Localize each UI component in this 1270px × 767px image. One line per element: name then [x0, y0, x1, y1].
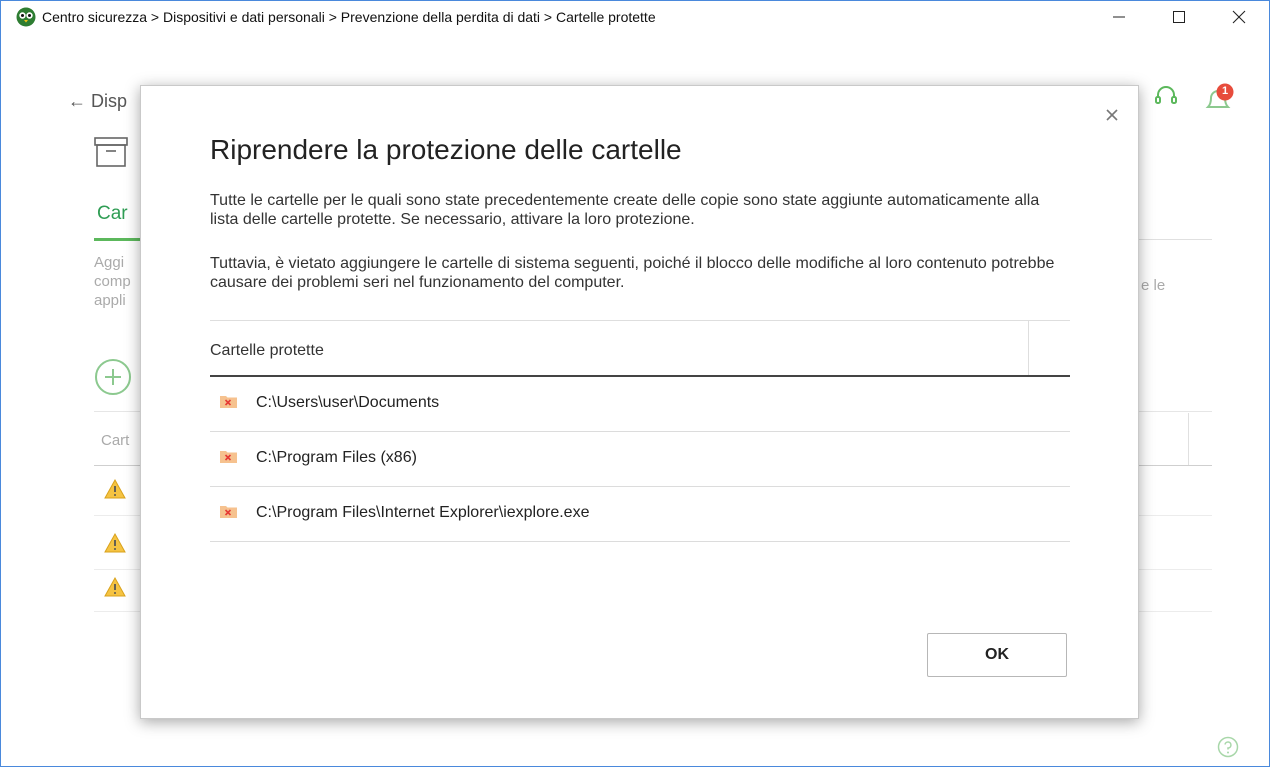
column-separator [1188, 413, 1189, 465]
folder-path: C:\Users\user\Documents [256, 394, 440, 411]
window-controls [1089, 1, 1269, 33]
active-tab-indicator [94, 238, 144, 241]
folder-path: C:\Program Files\Internet Explorer\iexpl… [256, 504, 590, 521]
minimize-button[interactable] [1089, 1, 1149, 33]
app-window: Centro sicurezza > Dispositivi e dati pe… [0, 0, 1270, 767]
description-fragment: e le [1141, 277, 1166, 294]
tab-protected-folders[interactable]: Car [97, 203, 128, 225]
back-link[interactable]: ← Disp [68, 91, 127, 112]
folder-blocked-icon [220, 451, 237, 463]
headset-icon[interactable] [1154, 85, 1178, 107]
bg-column-header: Cart [101, 432, 130, 449]
window-title: Centro sicurezza > Dispositivi e dati pe… [42, 9, 656, 25]
table-header: Cartelle protette [210, 321, 1070, 375]
maximize-icon [1173, 11, 1185, 23]
dialog-paragraph: Tuttavia, è vietato aggiungere le cartel… [210, 255, 1055, 291]
maximize-button[interactable] [1149, 1, 1209, 33]
resume-protection-dialog: Riprendere la protezione delle cartelle … [140, 85, 1139, 719]
table-row[interactable]: C:\Program Files (x86) [210, 432, 1070, 487]
dialog-close-button[interactable] [1102, 105, 1122, 125]
table-row[interactable]: C:\Users\user\Documents [210, 377, 1070, 432]
table-row[interactable]: C:\Program Files\Internet Explorer\iexpl… [210, 487, 1070, 542]
archive-box-icon [94, 137, 128, 167]
close-window-button[interactable] [1209, 1, 1269, 33]
notification-badge-count: 1 [1221, 85, 1229, 97]
app-logo-icon [16, 7, 36, 27]
warning-icon [104, 479, 126, 499]
dialog-paragraph: Tutte le cartelle per le quali sono stat… [210, 192, 1040, 228]
title-bar: Centro sicurezza > Dispositivi e dati pe… [1, 1, 1269, 33]
warning-icon [104, 577, 126, 597]
folder-blocked-icon [220, 506, 237, 518]
minimize-icon [1113, 16, 1125, 18]
column-separator [1028, 321, 1029, 375]
close-icon [1106, 109, 1118, 121]
warning-icon [104, 533, 126, 553]
close-icon [1232, 10, 1246, 24]
dialog-title: Riprendere la protezione delle cartelle [210, 134, 682, 165]
help-icon[interactable] [1217, 736, 1239, 758]
ok-button[interactable]: OK [927, 633, 1067, 677]
folder-path: C:\Program Files (x86) [256, 449, 417, 466]
add-folder-icon[interactable] [94, 358, 132, 396]
column-header-protected-folders[interactable]: Cartelle protette [210, 342, 324, 360]
folder-blocked-icon [220, 396, 237, 408]
